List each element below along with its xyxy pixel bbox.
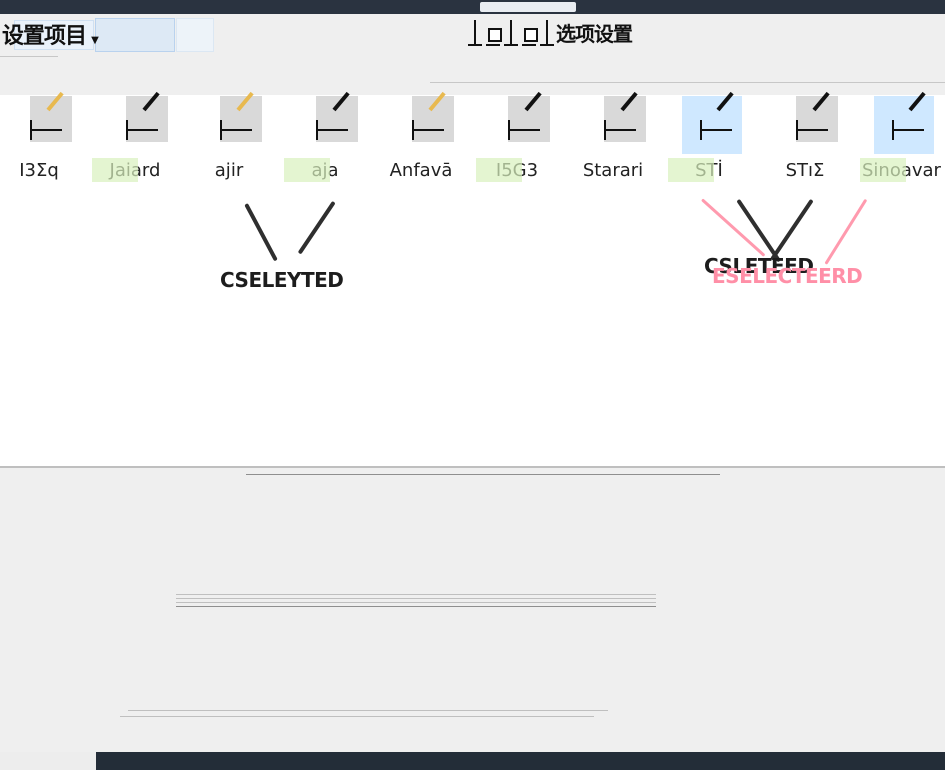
file-item[interactable]: STıΣ — [766, 91, 844, 190]
toolbar-divider-small — [0, 56, 58, 57]
panel-bottom-border — [0, 466, 945, 468]
align-right-icon[interactable] — [540, 18, 554, 48]
center-tools: 选项设置 — [468, 18, 633, 52]
status-bar — [96, 752, 945, 770]
file-item[interactable]: Starari — [574, 91, 652, 190]
file-icon-bg — [874, 96, 934, 154]
line-icon — [700, 129, 732, 131]
file-icon-wrap — [682, 91, 742, 154]
status-left — [0, 752, 96, 770]
separator-line — [128, 710, 608, 711]
file-label: STıΣ — [785, 160, 825, 181]
right-callout-red: ESELECTEERD — [712, 264, 863, 288]
toolbar-left-text-wrap[interactable]: 设置项目 ▼ — [2, 18, 99, 50]
separator-line — [176, 594, 656, 595]
file-icon-wrap — [394, 91, 454, 150]
line-icon — [316, 129, 348, 131]
file-icon-bg — [682, 96, 742, 154]
green-tag — [92, 158, 138, 182]
active-tab[interactable] — [480, 2, 576, 12]
file-item[interactable]: I3Σq — [0, 91, 78, 190]
line-icon — [604, 129, 636, 131]
green-tag — [284, 158, 330, 182]
toolbar-left-text: 设置项目 — [2, 24, 87, 49]
file-item[interactable]: ajir — [190, 91, 268, 190]
file-item[interactable]: Anfavā — [382, 91, 460, 190]
separator-line — [246, 474, 720, 475]
toolbar-divider — [430, 82, 945, 83]
file-icon-wrap — [586, 91, 646, 150]
align-stack-icon[interactable] — [522, 18, 538, 48]
file-icon-wrap — [874, 91, 934, 154]
align-box-icon[interactable] — [486, 18, 502, 48]
file-icon-wrap — [778, 91, 838, 150]
left-callout: CSELEYTED — [220, 268, 344, 292]
toolbar-left-chip-small[interactable] — [176, 18, 214, 52]
dropdown-caret-icon[interactable]: ▼ — [91, 35, 99, 46]
file-icon-wrap — [108, 91, 168, 150]
file-icon-wrap — [12, 91, 72, 150]
align-left-icon[interactable] — [468, 18, 482, 48]
file-label: Starari — [582, 160, 644, 181]
line-icon — [796, 129, 828, 131]
align-center-icon[interactable] — [504, 18, 518, 48]
toolbar-left-chip-active[interactable] — [95, 18, 175, 52]
file-icon-wrap — [298, 91, 358, 150]
line-icon — [508, 129, 540, 131]
line-icon — [220, 129, 252, 131]
separator-line — [176, 598, 656, 599]
separator-line — [176, 606, 656, 607]
green-tag — [860, 158, 906, 182]
lower-area — [0, 468, 945, 770]
file-label: ajir — [214, 160, 244, 181]
file-icon-wrap — [490, 91, 550, 150]
toolbar-right-text: 选项设置 — [556, 22, 633, 46]
separator-line — [176, 602, 656, 603]
file-icon-wrap — [202, 91, 262, 150]
line-icon — [30, 129, 62, 131]
green-tag — [476, 158, 522, 182]
separator-line — [120, 716, 594, 717]
line-icon — [892, 129, 924, 131]
window-titlebar — [0, 0, 945, 14]
line-icon — [412, 129, 444, 131]
file-label: Anfavā — [389, 160, 453, 181]
line-icon — [126, 129, 158, 131]
green-tag — [668, 158, 714, 182]
file-label: I3Σq — [19, 160, 59, 181]
